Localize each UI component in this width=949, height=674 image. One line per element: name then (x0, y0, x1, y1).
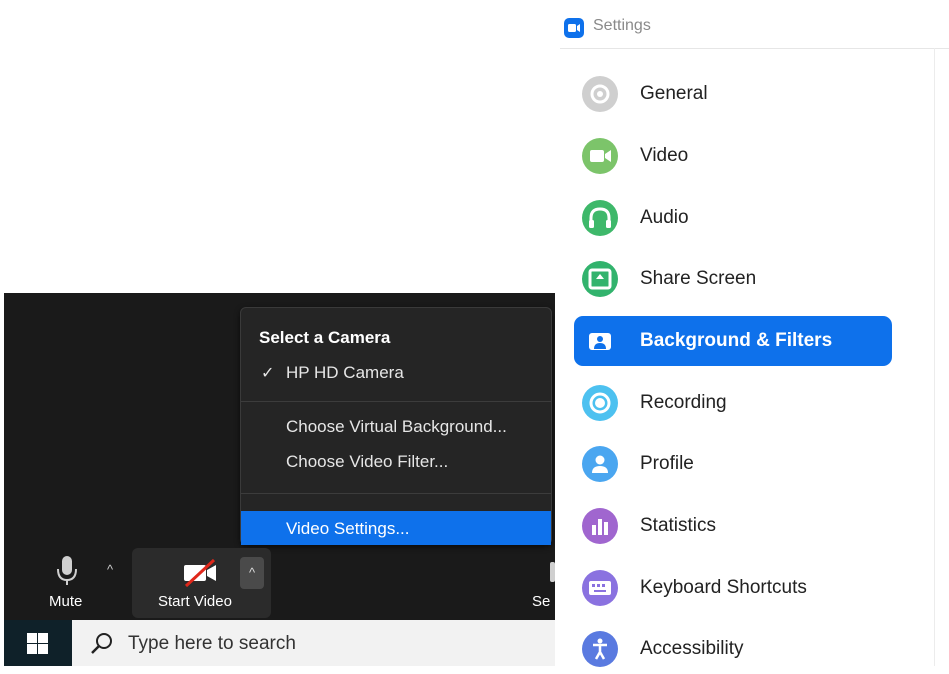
menu-separator (241, 401, 551, 402)
menu-item-video-filter[interactable]: Choose Video Filter... (286, 452, 448, 472)
nav-item-general[interactable]: General (574, 69, 892, 119)
nav-item-statistics[interactable]: Statistics (574, 501, 892, 551)
search-placeholder: Type here to search (128, 633, 296, 654)
checkmark-icon: ✓ (261, 365, 275, 382)
nav-item-label: Recording (640, 392, 727, 413)
accessibility-icon (582, 631, 618, 667)
menu-separator (241, 493, 551, 494)
headphones-icon (582, 200, 618, 236)
start-video-button[interactable]: ^ Start Video (132, 548, 271, 618)
settings-title: Settings (593, 17, 651, 34)
nav-item-accessibility[interactable]: Accessibility (574, 624, 892, 674)
windows-start-icon[interactable] (27, 633, 48, 654)
nav-item-audio[interactable]: Audio (574, 193, 892, 243)
nav-item-label: Video (640, 145, 689, 166)
microphone-icon[interactable] (56, 555, 78, 587)
record-icon (582, 385, 618, 421)
nav-item-label: Statistics (640, 515, 717, 536)
taskbar-search-box[interactable]: Type here to search (72, 620, 555, 666)
menu-item-video-settings[interactable]: Video Settings... (286, 519, 410, 539)
nav-item-share-screen[interactable]: Share Screen (574, 254, 892, 304)
nav-item-label: Profile (640, 453, 694, 474)
settings-window: Settings General Video Audio Share Scree… (560, 0, 949, 667)
panel-divider (934, 48, 935, 666)
bar-chart-icon (582, 508, 618, 544)
keyboard-icon (582, 570, 618, 606)
menu-item-hp-hd-camera[interactable]: HP HD Camera (286, 363, 404, 383)
nav-item-recording[interactable]: Recording (574, 378, 892, 428)
partial-toolbar-icon[interactable] (550, 562, 555, 582)
mute-options-caret-icon[interactable]: ^ (107, 562, 113, 577)
user-icon (582, 446, 618, 482)
truncated-toolbar-label[interactable]: Se (532, 593, 550, 610)
camera-menu-header: Select a Camera (259, 328, 391, 347)
portrait-icon (582, 323, 618, 359)
nav-item-keyboard-shortcuts[interactable]: Keyboard Shortcuts (574, 563, 892, 613)
mute-label[interactable]: Mute (49, 593, 82, 610)
start-video-label: Start Video (158, 593, 232, 610)
nav-item-profile[interactable]: Profile (574, 439, 892, 489)
nav-item-video[interactable]: Video (574, 131, 892, 181)
share-screen-icon (582, 261, 618, 297)
nav-item-label: Background & Filters (640, 330, 833, 351)
nav-item-label: General (640, 83, 708, 104)
menu-item-virtual-background[interactable]: Choose Virtual Background... (286, 417, 507, 437)
nav-item-label: Share Screen (640, 268, 757, 289)
settings-titlebar: Settings (560, 0, 949, 49)
nav-item-label: Accessibility (640, 638, 744, 659)
meeting-window: Select a Camera ✓ HP HD Camera Choose Vi… (4, 293, 555, 666)
meeting-toolbar: ^ Mute ^ Start Video Se (4, 548, 555, 618)
gear-icon (582, 76, 618, 112)
camera-menu: Select a Camera ✓ HP HD Camera Choose Vi… (240, 307, 552, 545)
video-options-caret-button[interactable]: ^ (240, 557, 264, 589)
search-icon (91, 633, 112, 654)
nav-item-background-filters[interactable]: Background & Filters (574, 316, 892, 366)
windows-taskbar: Type here to search (4, 620, 555, 666)
zoom-logo-icon (564, 18, 584, 38)
nav-item-label: Keyboard Shortcuts (640, 577, 807, 598)
video-camera-icon (582, 138, 618, 174)
video-off-icon (184, 558, 216, 588)
nav-item-label: Audio (640, 207, 689, 228)
